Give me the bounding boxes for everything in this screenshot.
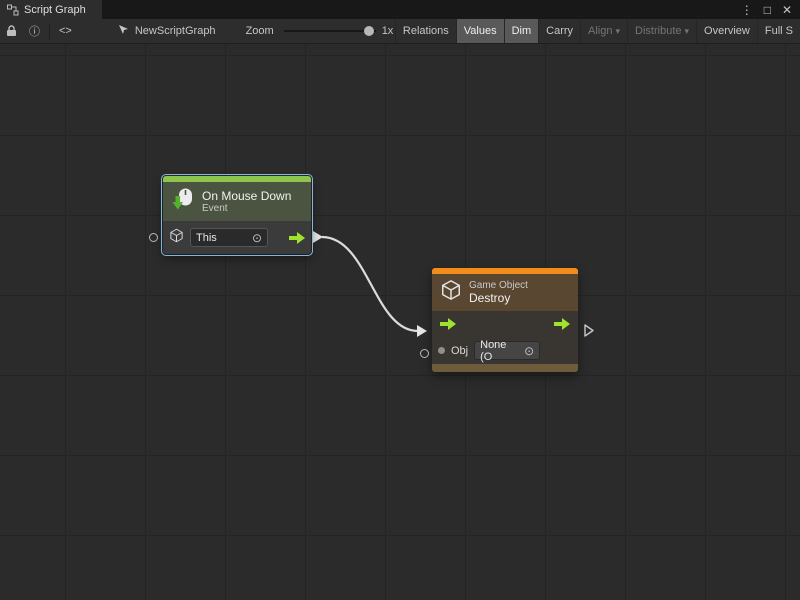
flow-port-row: [438, 311, 572, 337]
tab-script-graph[interactable]: Script Graph: [0, 0, 102, 19]
overview-button[interactable]: Overview: [696, 19, 757, 43]
toolbar-buttons: Relations Values Dim Carry Align ▾ Distr…: [395, 19, 800, 43]
node-titles: Game Object Destroy: [469, 280, 528, 305]
target-field[interactable]: This ⊙: [190, 228, 268, 247]
fullscreen-label: Full S: [765, 25, 793, 37]
dim-button[interactable]: Dim: [504, 19, 539, 43]
mouse-down-icon: [171, 187, 195, 216]
object-port-row: Obj None (O ⊙: [438, 337, 572, 364]
node-header: On Mouse Down Event: [163, 182, 311, 221]
flow-output-port[interactable]: [554, 318, 570, 330]
flow-continue-triangle-icon[interactable]: [584, 324, 594, 342]
game-object-cube-icon: [440, 279, 462, 306]
chevron-down-icon: ▾: [616, 26, 621, 37]
align-label: Align: [588, 25, 612, 37]
node-titles: On Mouse Down Event: [202, 189, 291, 214]
wire-start-arrow-icon: [313, 231, 323, 243]
event-target-input-port[interactable]: [149, 233, 158, 242]
object-port-label: Obj: [451, 345, 468, 357]
zoom-value: 1x: [382, 25, 394, 37]
distribute-button[interactable]: Distribute ▾: [627, 19, 696, 43]
tab-title: Script Graph: [24, 4, 86, 16]
lock-icon[interactable]: [0, 19, 23, 43]
script-graph-window: Script Graph ⋮ □ ✕ ⓘ <> NewScriptGraph: [0, 0, 800, 600]
chevron-down-icon: ▾: [685, 26, 690, 37]
code-icon[interactable]: <>: [53, 19, 78, 43]
maximize-icon[interactable]: □: [764, 4, 771, 16]
graph-canvas[interactable]: On Mouse Down Event This ⊙: [0, 44, 800, 600]
carry-button[interactable]: Carry: [538, 19, 580, 43]
zoom-slider-knob[interactable]: [364, 26, 374, 36]
fullscreen-button[interactable]: Full S: [757, 19, 800, 43]
graph-toolbar: ⓘ <> NewScriptGraph Zoom 1x Relations Va…: [0, 19, 800, 44]
object-field-value: None (O: [480, 339, 520, 363]
target-field-value: This: [196, 232, 217, 244]
zoom-slider-track[interactable]: [284, 30, 376, 32]
relations-button[interactable]: Relations: [395, 19, 456, 43]
object-picker-icon[interactable]: ⊙: [524, 345, 534, 357]
node-body: Obj None (O ⊙: [432, 311, 578, 364]
zoom-label: Zoom: [246, 25, 274, 37]
value-port-dot[interactable]: [438, 347, 445, 354]
node-destroy[interactable]: Game Object Destroy: [432, 268, 578, 372]
node-on-mouse-down[interactable]: On Mouse Down Event This ⊙: [163, 176, 311, 254]
node-footer-bar: [432, 364, 578, 372]
graph-cursor-icon: [118, 24, 129, 38]
connection-wire[interactable]: [322, 237, 418, 331]
values-label: Values: [464, 25, 497, 37]
script-graph-icon: [7, 4, 19, 16]
zoom-control: Zoom 1x: [246, 25, 394, 37]
game-object-cube-icon: [169, 228, 184, 248]
target-port-row: This ⊙: [169, 224, 305, 251]
node-title: Destroy: [469, 291, 528, 305]
align-button[interactable]: Align ▾: [580, 19, 627, 43]
distribute-label: Distribute: [635, 25, 681, 37]
graph-breadcrumb[interactable]: NewScriptGraph: [118, 24, 216, 38]
close-icon[interactable]: ✕: [782, 4, 792, 16]
info-icon[interactable]: ⓘ: [23, 19, 46, 43]
node-title: On Mouse Down: [202, 189, 291, 203]
graph-name: NewScriptGraph: [135, 25, 216, 37]
wire-end-arrow-icon: [417, 325, 427, 337]
object-picker-icon[interactable]: ⊙: [252, 232, 262, 244]
node-subtitle: Event: [202, 203, 291, 214]
flow-input-port[interactable]: [440, 318, 456, 330]
dim-label: Dim: [512, 25, 532, 37]
node-header: Game Object Destroy: [432, 274, 578, 311]
relations-label: Relations: [403, 25, 449, 37]
values-button[interactable]: Values: [456, 19, 504, 43]
toolbar-separator: [49, 24, 50, 39]
object-field[interactable]: None (O ⊙: [474, 341, 540, 360]
trigger-output-port[interactable]: [289, 232, 305, 244]
destroy-object-input-port[interactable]: [420, 349, 429, 358]
carry-label: Carry: [546, 25, 573, 37]
overview-label: Overview: [704, 25, 750, 37]
kebab-menu-icon[interactable]: ⋮: [741, 4, 753, 16]
window-controls: ⋮ □ ✕: [741, 0, 800, 19]
tab-bar: Script Graph ⋮ □ ✕: [0, 0, 800, 19]
node-category: Game Object: [469, 280, 528, 291]
connection-layer: [0, 44, 800, 600]
node-body: This ⊙: [163, 221, 311, 254]
